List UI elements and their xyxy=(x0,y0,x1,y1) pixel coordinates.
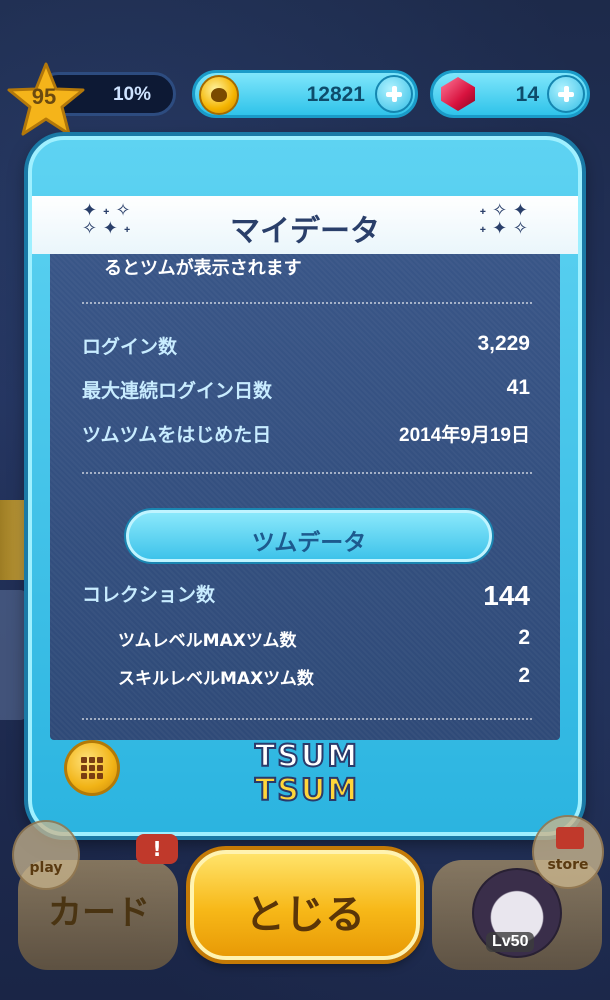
grid-menu-icon xyxy=(81,757,103,779)
divider xyxy=(82,472,532,474)
add-gems-button[interactable] xyxy=(547,75,585,113)
gem-icon xyxy=(441,77,475,111)
tsum-data-section-header: ツムデータ xyxy=(126,510,492,562)
star-icon: 95 xyxy=(6,62,86,138)
logo-line-1: TSUM xyxy=(254,739,360,775)
stat-row-skill-level-max: スキルレベルMAXツム数 2 xyxy=(82,664,530,694)
my-data-dialog: ✦ ˖ ✧ ✧ ✦ ˖ マイデータ ˖ ✧ ✦ ˖ ✦ ✧ るとツムが表示されます … xyxy=(28,136,582,836)
stat-value: 144 xyxy=(483,580,530,611)
store-label: store xyxy=(547,857,589,873)
top-bar: 10% 95 12821 14 xyxy=(0,60,610,136)
stat-row-collection: コレクション数 144 xyxy=(82,580,530,611)
stat-value: 2 xyxy=(518,664,530,687)
stat-row-start-date: ツムツムをはじめた日 2014年9月19日 xyxy=(82,420,530,450)
add-coins-button[interactable] xyxy=(375,75,413,113)
side-tab[interactable] xyxy=(0,500,30,580)
stat-value: 41 xyxy=(506,376,530,399)
store-badge[interactable]: store xyxy=(532,815,604,889)
avatar-level: Lv50 xyxy=(486,932,535,952)
gem-value: 14 xyxy=(515,83,539,106)
dialog-header: ✦ ˖ ✧ ✧ ✦ ˖ マイデータ ˖ ✧ ✦ ˖ ✦ ✧ xyxy=(32,196,578,254)
stat-value: 2 xyxy=(518,626,530,649)
tsum-tsum-logo: TSUM TSUM xyxy=(232,739,382,812)
divider xyxy=(82,718,532,720)
close-button[interactable]: とじる xyxy=(190,850,420,960)
scrolled-hint-text: るとツムが表示されます xyxy=(104,258,302,279)
gem-counter: 14 xyxy=(430,70,590,118)
stat-row-max-streak: 最大連続ログイン日数 41 xyxy=(82,376,530,406)
play-badge[interactable]: play xyxy=(12,820,80,890)
stat-value: 2014年9月19日 xyxy=(399,425,530,446)
stat-label: スキルレベルMAXツム数 xyxy=(118,669,314,689)
sparkle-icon: ˖ ✧ ✦ ˖ ✦ ✧ xyxy=(479,200,528,239)
stat-label: コレクション数 xyxy=(82,584,216,606)
stat-row-tsum-level-max: ツムレベルMAXツム数 2 xyxy=(82,626,530,656)
menu-button[interactable] xyxy=(64,740,120,796)
side-widget[interactable] xyxy=(0,590,28,720)
section-title: ツムデータ xyxy=(251,530,367,556)
stat-row-login-count: ログイン数 3,229 xyxy=(82,332,530,362)
play-label: play xyxy=(29,860,63,876)
stat-label: ツムツムをはじめた日 xyxy=(82,424,272,446)
card-button-label: カード xyxy=(48,893,150,933)
notification-badge: ! xyxy=(136,834,178,864)
stat-label: 最大連続ログイン日数 xyxy=(82,380,273,402)
divider xyxy=(82,302,532,304)
stat-label: ログイン数 xyxy=(82,336,178,358)
coin-counter: 12821 xyxy=(192,70,418,118)
coin-value: 12821 xyxy=(306,83,365,106)
dialog-content-panel[interactable] xyxy=(50,200,560,740)
close-button-label: とじる xyxy=(245,892,365,938)
stat-value: 3,229 xyxy=(477,332,530,355)
player-level: 95 xyxy=(31,84,57,109)
logo-line-2: TSUM xyxy=(254,773,360,809)
level-progress-text: 10% xyxy=(112,84,151,105)
stat-label: ツムレベルMAXツム数 xyxy=(118,631,297,651)
coin-icon xyxy=(199,75,239,115)
